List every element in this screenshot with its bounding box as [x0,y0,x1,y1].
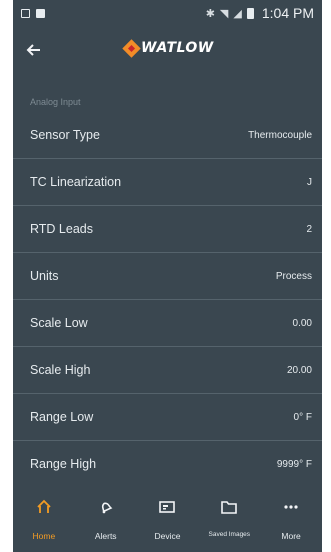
setting-row-sensor-type[interactable]: Sensor Type Thermocouple [13,112,322,159]
setting-label: RTD Leads [30,222,93,236]
wifi-icon: ◥ [219,7,229,20]
watlow-logo-mark-icon [122,38,141,58]
setting-row-range-low[interactable]: Range Low 0° F [13,394,322,441]
nav-alerts[interactable]: Alerts [75,487,137,552]
gallery-icon [21,8,30,18]
notification-icon [36,8,45,18]
nav-label: Home [32,531,56,541]
setting-label: Scale High [30,363,91,377]
nav-saved-images[interactable]: Saved Images [198,487,260,552]
status-time: 1:04 PM [261,5,314,21]
signal-icon: ◢ [233,7,242,20]
nav-device[interactable]: Device [137,487,199,552]
bottom-nav: Home Alerts Device Saved Images More [13,487,322,552]
setting-row-range-high[interactable]: Range High 9999° F [13,441,322,488]
setting-label: Sensor Type [30,128,100,142]
nav-label: Alerts [94,531,117,541]
home-icon [33,497,55,517]
setting-row-rtd-leads[interactable]: RTD Leads 2 [13,206,322,253]
setting-row-scale-low[interactable]: Scale Low 0.00 [13,300,322,347]
setting-value: 9999° F [276,458,312,470]
watlow-logo: WATLOW [122,38,214,58]
nav-label: More [281,531,301,541]
nav-more[interactable]: More [260,487,322,552]
phone-screen: ✱ ◥ ◢ 1:04 PM WATLOW Analog Input Sensor… [13,0,322,552]
bell-icon [95,497,117,517]
more-icon [280,497,302,517]
device-icon [156,497,178,517]
settings-list: Sensor Type Thermocouple TC Linearizatio… [13,112,322,488]
setting-value: J [307,176,312,188]
app-bar: WATLOW [13,26,322,74]
section-header: Analog Input [30,97,81,107]
setting-value: 0.00 [292,317,312,329]
back-arrow-icon[interactable] [13,26,53,74]
folder-icon [218,497,240,517]
setting-value: 20.00 [286,364,312,376]
setting-row-tc-linearization[interactable]: TC Linearization J [13,159,322,206]
setting-label: Units [30,269,59,283]
setting-row-units[interactable]: Units Process [13,253,322,300]
setting-value: 0° F [293,411,312,423]
setting-label: Range High [30,457,97,471]
status-bar: ✱ ◥ ◢ 1:04 PM [13,0,322,26]
nav-label: Device [154,531,181,541]
brand-name: WATLOW [141,40,214,56]
setting-label: Scale Low [30,316,88,330]
setting-label: TC Linearization [30,175,122,189]
setting-value: Process [275,270,312,282]
battery-icon [246,7,254,19]
setting-label: Range Low [30,410,94,424]
setting-value: 2 [306,223,312,235]
nav-home[interactable]: Home [13,487,75,552]
setting-row-scale-high[interactable]: Scale High 20.00 [13,347,322,394]
bluetooth-icon: ✱ [205,7,215,20]
nav-label: Saved Images [208,531,251,538]
setting-value: Thermocouple [248,129,312,141]
